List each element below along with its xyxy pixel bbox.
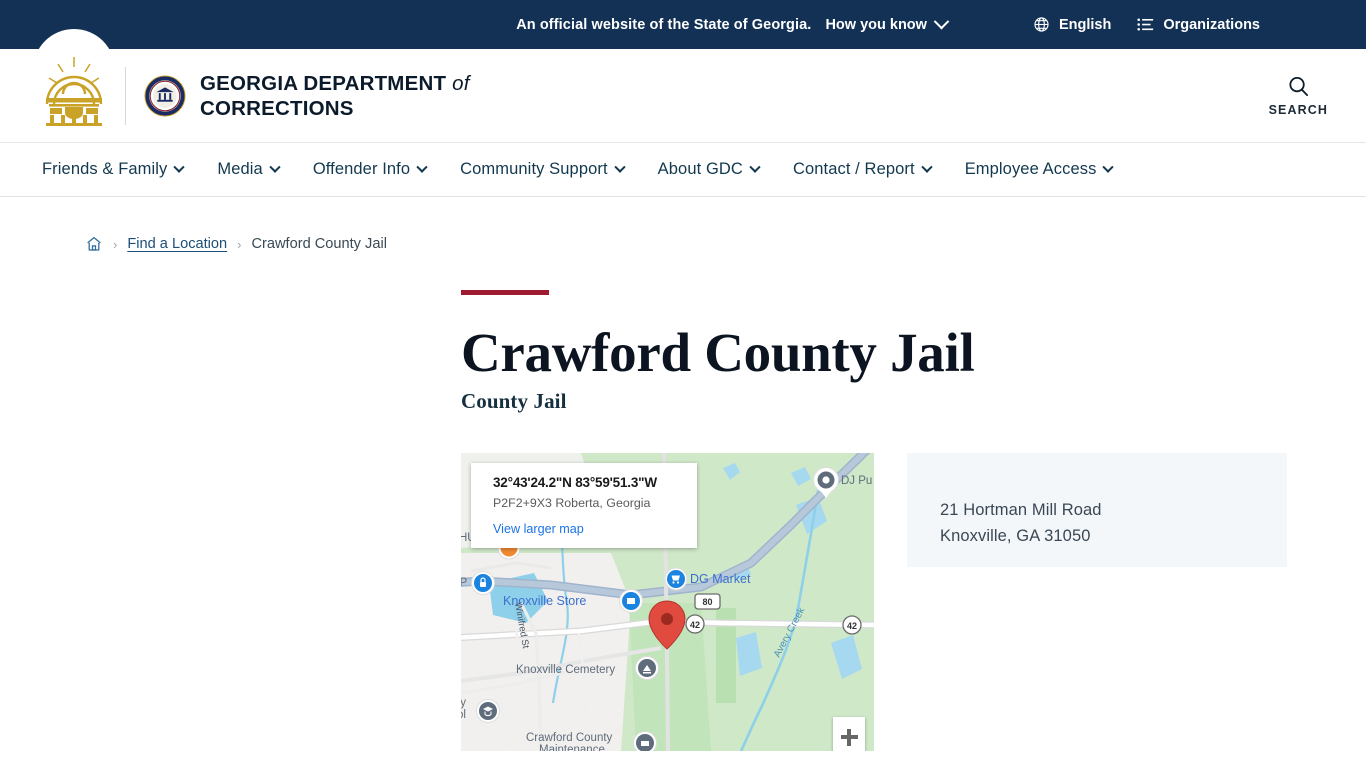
government-banner: An official website of the State of Geor…	[0, 0, 1366, 49]
plus-icon	[847, 728, 851, 746]
home-icon[interactable]	[85, 235, 103, 253]
address-card: 21 Hortman Mill Road Knoxville, GA 31050	[907, 453, 1287, 567]
language-selector[interactable]: English	[1033, 16, 1111, 33]
search-button[interactable]: SEARCH	[1269, 75, 1328, 117]
georgia-state-logo[interactable]	[33, 29, 115, 132]
location-map[interactable]: DJ Pu DG Market Knoxville Store Knoxvill…	[461, 453, 874, 751]
georgia-arch-icon	[45, 57, 103, 126]
route-shield-80-label: 80	[702, 597, 712, 607]
chevron-down-icon	[613, 161, 626, 173]
nav-item-offender-info[interactable]: Offender Info	[296, 160, 443, 179]
address-line-2: Knoxville, GA 31050	[940, 527, 1091, 545]
government-banner-inner: An official website of the State of Geor…	[516, 13, 950, 33]
nav-label: Friends & Family	[42, 160, 168, 178]
map-zoom-in-button[interactable]	[833, 717, 865, 751]
location-info-row: DJ Pu DG Market Knoxville Store Knoxvill…	[461, 453, 1366, 751]
map-label-crawford-county-maintenance: Maintenance	[539, 744, 605, 751]
site-brand[interactable]: GEORGIA DEPARTMENT of CORRECTIONS	[125, 49, 470, 143]
chevron-down-icon	[1102, 161, 1115, 173]
map-label-partial-ty: ty	[461, 697, 466, 709]
list-icon	[1137, 18, 1154, 31]
gdc-seal-icon	[144, 75, 186, 117]
site-header: GEORGIA DEPARTMENT of CORRECTIONS SEARCH	[0, 29, 1366, 143]
map-marker-bank	[471, 571, 495, 595]
search-icon	[1289, 76, 1308, 96]
nav-label: About GDC	[657, 160, 743, 178]
map-label-partial-ip: iP	[461, 577, 468, 589]
brand-of: of	[452, 72, 470, 95]
chevron-down-icon	[933, 13, 950, 30]
map-marker-crawford-county-maintenance	[633, 731, 657, 751]
route-shield-42-b: 42	[842, 615, 862, 635]
brand-line-2: CORRECTIONS	[200, 97, 354, 120]
breadcrumb-separator: ›	[237, 236, 242, 252]
nav-item-media[interactable]: Media	[200, 160, 295, 179]
map-marker-school	[476, 699, 500, 723]
official-website-text: An official website of the State of Geor…	[516, 16, 812, 33]
nav-label: Community Support	[460, 160, 608, 178]
nav-label: Media	[217, 160, 263, 178]
brand-divider	[125, 67, 126, 125]
nav-item-community-support[interactable]: Community Support	[443, 160, 641, 179]
map-plus-code: P2F2+9X3 Roberta, Georgia	[493, 496, 651, 510]
page-content: Crawford County Jail County Jail DJ Pu D…	[0, 253, 1366, 751]
map-label-knoxville-cemetery: Knoxville Cemetery	[516, 664, 615, 676]
map-label-partial-ol: ol	[461, 709, 466, 721]
nav-item-employee-access[interactable]: Employee Access	[948, 160, 1130, 179]
breadcrumb: › Find a Location › Crawford County Jail	[0, 197, 1366, 253]
language-label: English	[1058, 16, 1112, 33]
breadcrumb-current: Crawford County Jail	[251, 236, 387, 252]
main-navigation: Friends & Family Media Offender Info Com…	[0, 143, 1366, 197]
nav-label: Contact / Report	[792, 160, 915, 178]
map-marker-knoxville-store	[619, 589, 643, 613]
brand-line-1: GEORGIA DEPARTMENT	[200, 72, 447, 95]
title-accent-rule	[461, 290, 549, 295]
route-shield-80: 80	[694, 593, 721, 610]
page-subtitle: County Jail	[461, 389, 567, 413]
view-larger-map-link[interactable]: View larger map	[493, 522, 684, 536]
map-label-crawford-county: Crawford County	[526, 732, 613, 744]
map-label-dg-market: DG Market	[690, 572, 751, 586]
nav-item-friends-family[interactable]: Friends & Family	[42, 160, 200, 179]
map-info-card: 32°43'24.2"N 83°59'51.3"W P2F2+9X3 Rober…	[471, 463, 697, 548]
breadcrumb-link-find-a-location[interactable]: Find a Location	[127, 236, 227, 252]
nav-item-about-gdc[interactable]: About GDC	[641, 160, 776, 179]
chevron-down-icon	[921, 161, 933, 173]
government-banner-utilities: English Organizations	[1033, 16, 1260, 33]
address-line-1: 21 Hortman Mill Road	[940, 501, 1102, 519]
organizations-link[interactable]: Organizations	[1137, 17, 1260, 33]
chevron-down-icon	[173, 161, 186, 173]
nav-label: Offender Info	[312, 160, 411, 178]
route-shield-42a-label: 42	[690, 620, 700, 630]
organizations-label: Organizations	[1163, 16, 1260, 33]
map-coordinates: 32°43'24.2"N 83°59'51.3"W	[493, 475, 657, 490]
breadcrumb-separator: ›	[113, 236, 118, 252]
nav-item-contact-report[interactable]: Contact / Report	[776, 160, 948, 179]
chevron-down-icon	[749, 161, 761, 173]
map-marker-dg-market	[664, 567, 688, 591]
nav-label: Employee Access	[964, 160, 1097, 178]
chevron-down-icon	[269, 161, 281, 173]
map-label-dj-pu: DJ Pu	[841, 475, 872, 487]
search-button-label: SEARCH	[1268, 102, 1328, 117]
page-title: Crawford County Jail	[461, 322, 975, 383]
chevron-down-icon	[416, 161, 428, 173]
how-you-know-label: How you know	[825, 16, 927, 33]
route-shield-42b-label: 42	[847, 621, 857, 631]
globe-icon	[1034, 17, 1049, 32]
route-shield-42-a: 42	[685, 614, 705, 634]
how-you-know-toggle[interactable]: How you know	[825, 13, 950, 33]
site-title: GEORGIA DEPARTMENT of CORRECTIONS	[200, 71, 470, 121]
map-marker-knoxville-cemetery	[635, 656, 659, 680]
